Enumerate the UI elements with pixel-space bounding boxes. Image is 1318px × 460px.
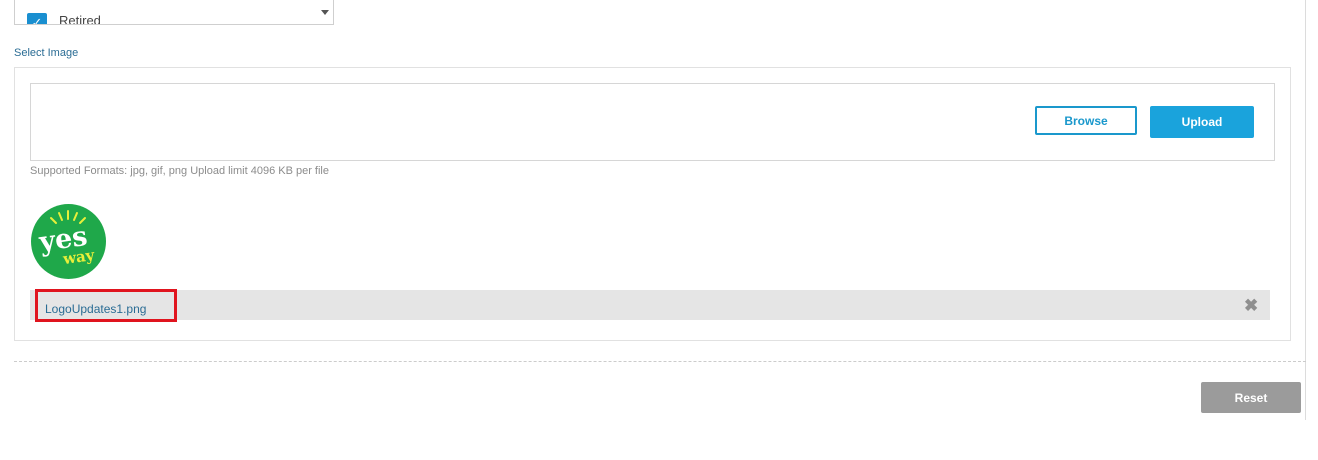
close-icon[interactable]: ✖ <box>1244 296 1258 316</box>
file-drop-zone[interactable]: Browse Upload <box>30 83 1275 161</box>
status-option-label: Retired <box>59 13 101 25</box>
status-select[interactable]: ✓ Retired <box>14 0 334 25</box>
supported-formats-note: Supported Formats: jpg, gif, png Upload … <box>30 165 329 177</box>
uploaded-file-link[interactable]: LogoUpdates1.png <box>45 302 146 316</box>
page-edge-divider <box>1305 0 1306 420</box>
uploaded-logo-preview: yes way <box>31 204 106 279</box>
image-upload-panel: Browse Upload Supported Formats: jpg, gi… <box>14 67 1291 341</box>
browse-button[interactable]: Browse <box>1035 106 1137 135</box>
section-divider <box>14 361 1306 362</box>
check-icon[interactable]: ✓ <box>27 13 47 24</box>
upload-button[interactable]: Upload <box>1150 106 1254 138</box>
uploaded-file-row: LogoUpdates1.png ✖ <box>30 290 1270 320</box>
select-image-label: Select Image <box>14 47 79 59</box>
chevron-down-icon[interactable] <box>321 10 329 15</box>
reset-button[interactable]: Reset <box>1201 382 1301 413</box>
